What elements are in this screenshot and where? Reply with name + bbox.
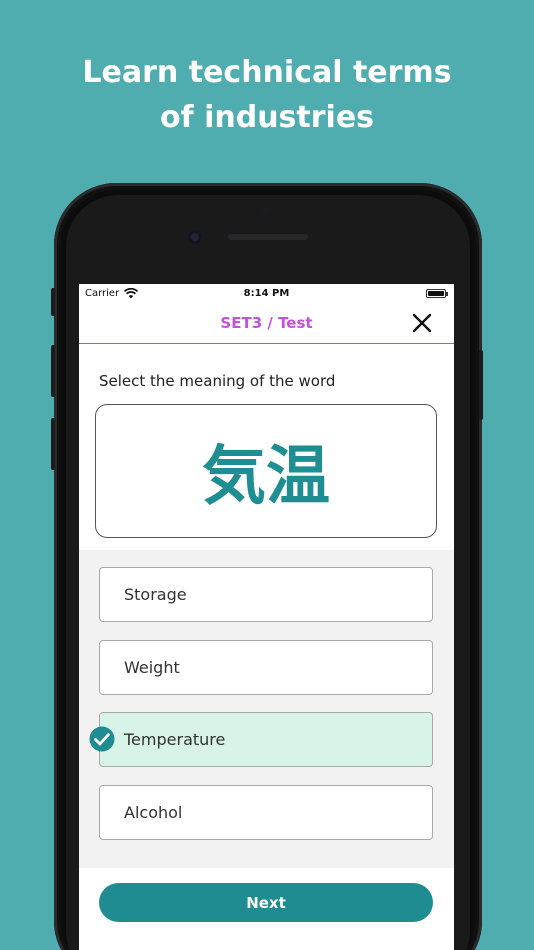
status-time: 8:14 PM — [243, 288, 290, 299]
page-title: SET3 / Test — [220, 314, 313, 332]
option-temperature[interactable]: Temperature — [89, 712, 433, 767]
earpiece-speaker — [228, 234, 308, 240]
headline-line-2: of industries — [159, 100, 375, 135]
option-label: Weight — [124, 658, 180, 677]
word-card: 気温 — [95, 404, 437, 538]
headline-line-1: Learn technical terms — [82, 55, 452, 90]
battery-icon — [426, 289, 448, 298]
volume-down-button — [51, 418, 55, 470]
close-icon[interactable] — [410, 311, 434, 335]
option-label: Alcohol — [124, 803, 183, 822]
option-label: Storage — [124, 585, 187, 604]
front-camera — [188, 230, 202, 244]
option-alcohol[interactable]: Alcohol — [99, 785, 433, 840]
status-bar: Carrier 8:14 PM — [79, 284, 454, 304]
next-button[interactable]: Next — [99, 883, 433, 922]
volume-up-button — [51, 345, 55, 397]
power-button — [479, 350, 483, 420]
answer-options: Storage Weight Temperature Alcohol — [79, 550, 454, 868]
marketing-headline: Learn technical terms of industries — [0, 50, 534, 140]
mute-switch — [51, 288, 55, 316]
checkmark-icon — [89, 726, 115, 752]
option-weight[interactable]: Weight — [99, 640, 433, 695]
question-prompt: Select the meaning of the word — [99, 372, 336, 390]
nav-bar: SET3 / Test — [79, 304, 454, 344]
quiz-word: 気温 — [202, 440, 330, 514]
option-storage[interactable]: Storage — [99, 567, 433, 622]
option-label: Temperature — [124, 730, 226, 749]
proximity-sensor — [261, 205, 271, 215]
app-screen: Carrier 8:14 PM SET3 / Test Select the m… — [79, 284, 454, 950]
